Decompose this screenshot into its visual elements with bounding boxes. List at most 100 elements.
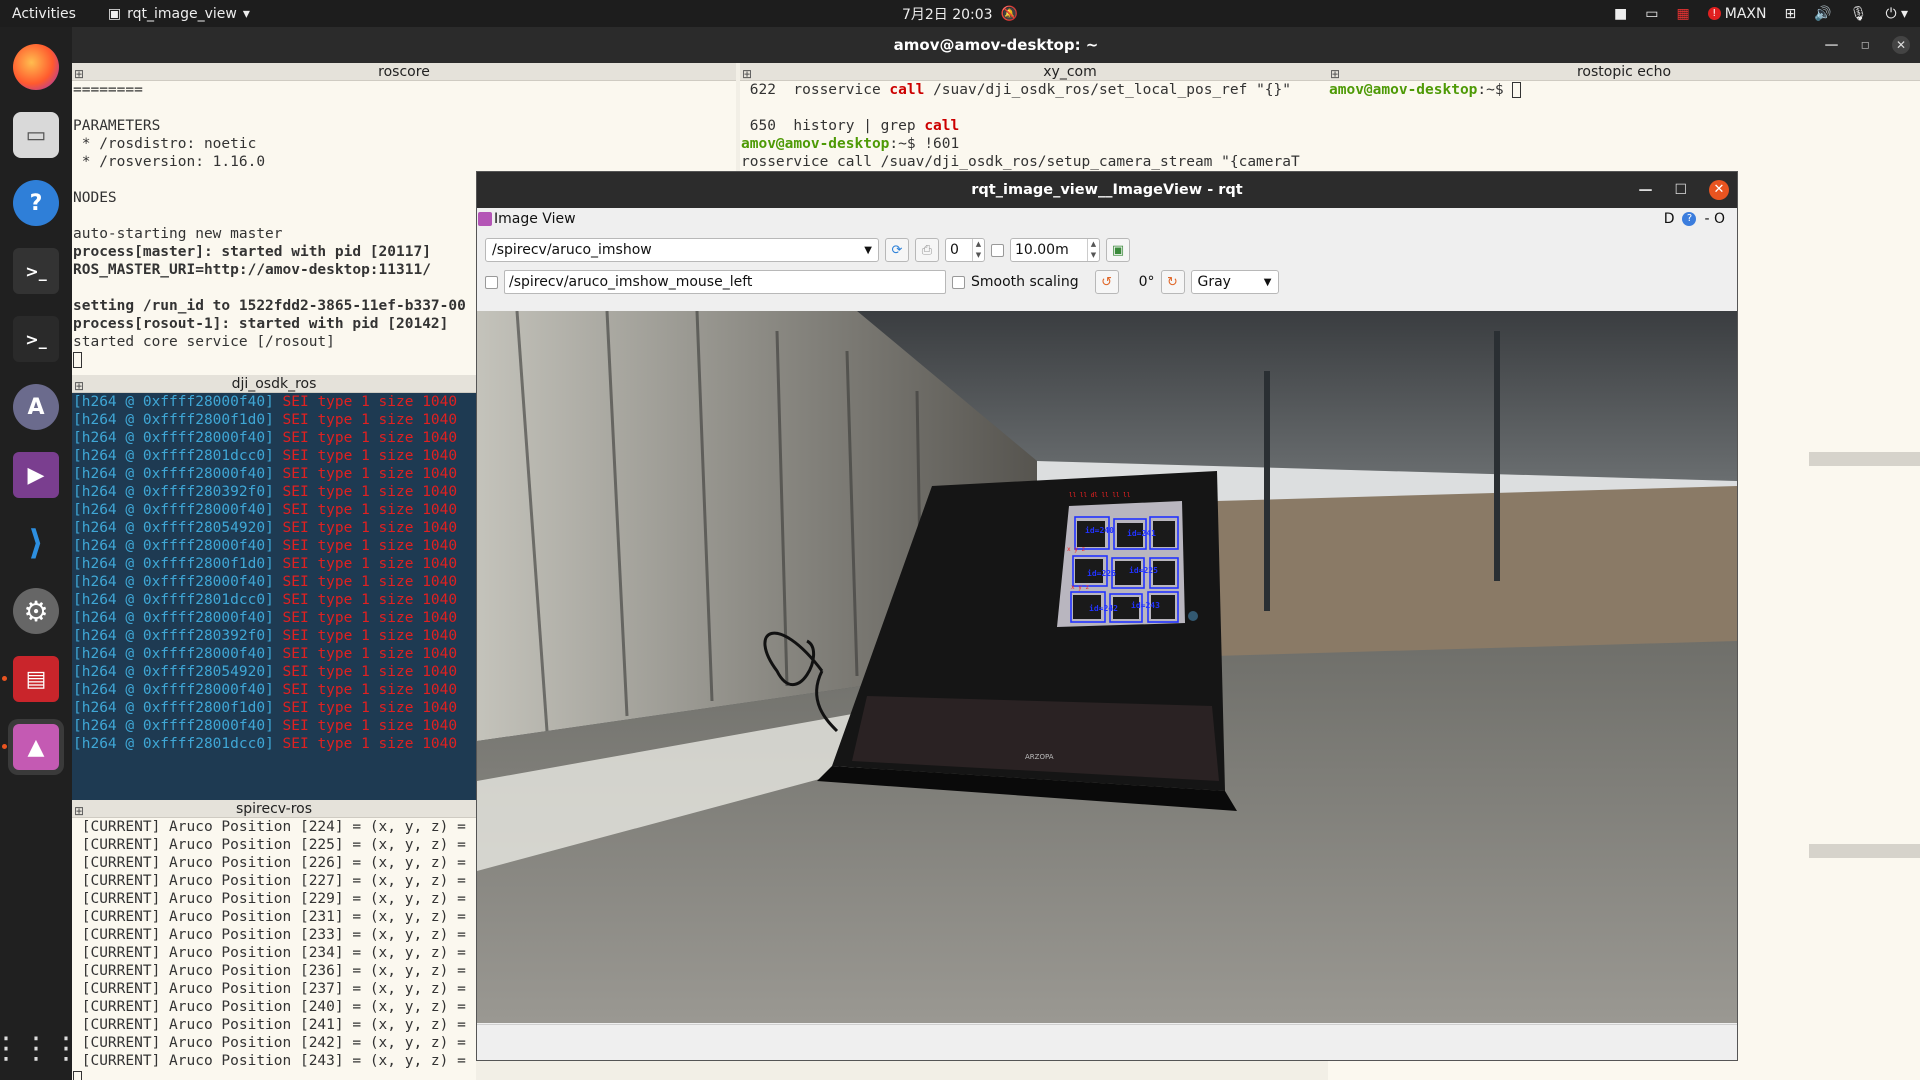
aruco-line: [CURRENT] Aruco Position [240] = (x, y, …: [73, 998, 476, 1016]
aruco-prefix: [CURRENT] Aruco Position [: [73, 927, 309, 943]
pane-grip-icon[interactable]: ⊞: [74, 65, 84, 83]
top-bar: Activities ▣ rqt_image_view ▾ 7月2日 20:03…: [0, 0, 1920, 27]
log-address: 0xffff280392f0: [142, 628, 266, 644]
scrollbar-region[interactable]: [1809, 452, 1920, 466]
dock-settings[interactable]: ⚙: [8, 583, 64, 639]
dock-software[interactable]: A: [8, 379, 64, 435]
pane-grip-icon[interactable]: ⊞: [74, 377, 84, 395]
minimize-icon[interactable]: —: [1638, 182, 1652, 198]
log-suffix: ]: [265, 664, 274, 680]
pane-spirecv-ros[interactable]: ⊞ spirecv-ros [CURRENT] Aruco Position [2…: [72, 800, 476, 1080]
dock-files[interactable]: ▭: [8, 107, 64, 163]
pane-grip-icon[interactable]: ⊞: [1330, 65, 1340, 83]
keyboard-icon[interactable]: ▭: [1645, 6, 1658, 22]
color-scheme-select[interactable]: Gray ▼: [1190, 270, 1279, 294]
dock-firefox[interactable]: [8, 39, 64, 95]
color-scheme-value: Gray: [1197, 274, 1231, 290]
enable-throttle-checkbox[interactable]: [991, 243, 1004, 257]
dock-vscode[interactable]: ⟩: [8, 515, 64, 571]
nvidia-icon[interactable]: ▦: [1677, 6, 1690, 22]
save-image-button[interactable]: ⎙: [915, 238, 939, 262]
log-address: 0xffff2801dcc0: [142, 448, 266, 464]
log-line: [h264 @ 0xffff28000f40] SEI type 1 size …: [73, 393, 476, 411]
log-suffix: ]: [265, 682, 274, 698]
log-prefix: [h264 @: [73, 610, 143, 626]
aruco-prefix: [CURRENT] Aruco Position [: [73, 999, 309, 1015]
aruco-suffix: ] = (x, y, z) =: [334, 819, 466, 835]
save-icon: ⎙: [921, 242, 933, 258]
image-viewport[interactable]: id=240 id=241 id=226 id=225 id=242 id=243 ll…: [477, 311, 1737, 1023]
show-apps-icon[interactable]: ⋮⋮⋮: [0, 1031, 81, 1066]
minimize-icon[interactable]: —: [1825, 37, 1839, 53]
dock-terminal2[interactable]: >_: [8, 311, 64, 367]
output-line: * /rosdistro: noetic: [73, 136, 257, 152]
camera-icon[interactable]: ■: [1614, 6, 1627, 22]
publish-mouse-checkbox[interactable]: [485, 275, 498, 289]
rotate-right-button[interactable]: ↻: [1160, 270, 1185, 294]
log-prefix: [h264 @: [73, 664, 143, 680]
dock-image-viewer[interactable]: ▲: [2, 719, 64, 775]
aruco-suffix: ] = (x, y, z) =: [334, 909, 466, 925]
aruco-prefix: [CURRENT] Aruco Position [: [73, 963, 309, 979]
rotate-left-icon: ↺: [1101, 274, 1113, 290]
log-prefix: [h264 @: [73, 484, 143, 500]
rotate-left-button[interactable]: ↺: [1094, 270, 1119, 294]
aruco-line: [CURRENT] Aruco Position [236] = (x, y, …: [73, 962, 476, 980]
close-icon[interactable]: ✕: [1892, 36, 1910, 54]
pane-header: ⊞ spirecv-ros: [72, 800, 476, 818]
mouse-topic-field[interactable]: /spirecv/aruco_imshow_mouse_left: [504, 270, 946, 294]
activities-button[interactable]: Activities: [0, 6, 88, 22]
output-line: * /rosversion: 1.16.0: [73, 154, 266, 170]
camera-image[interactable]: id=240 id=241 id=226 id=225 id=242 id=243 ll…: [477, 311, 1737, 1023]
dock-terminal[interactable]: >_: [8, 243, 64, 299]
aruco-prefix: [CURRENT] Aruco Position [: [73, 873, 309, 889]
log-prefix: [h264 @: [73, 736, 143, 752]
power-icon[interactable]: ⏻ ▾: [1885, 6, 1908, 22]
max-range-spinbox[interactable]: 10.00m ▲ ▼: [1010, 238, 1100, 262]
help-icon[interactable]: ?: [1682, 212, 1697, 226]
dock-presentation[interactable]: ▤: [2, 651, 64, 707]
dock-close-button[interactable]: - O: [1704, 211, 1725, 227]
aruco-suffix: ] = (x, y, z) =: [334, 837, 466, 853]
pane-header: ⊞ roscore: [72, 63, 736, 81]
dock-video[interactable]: ▶: [8, 447, 64, 503]
pane-grip-icon[interactable]: ⊞: [74, 802, 84, 820]
close-icon[interactable]: ✕: [1709, 180, 1729, 200]
smooth-scaling-checkbox[interactable]: [952, 275, 965, 289]
maximize-icon[interactable]: ▫: [1861, 37, 1871, 53]
microphone-icon[interactable]: 🎙: [1850, 6, 1868, 22]
pane-grip-icon[interactable]: ⊞: [742, 65, 752, 83]
aruco-prefix: [CURRENT] Aruco Position [: [73, 981, 309, 997]
files-icon: ▭: [13, 112, 59, 158]
clock[interactable]: 7月2日 20:03 🔕: [902, 4, 1018, 24]
log-address: 0xffff28000f40: [142, 538, 266, 554]
power-mode[interactable]: ! MAXN: [1707, 6, 1766, 22]
status-bar: [477, 1024, 1737, 1060]
fit-button[interactable]: ▣: [1106, 238, 1130, 262]
pane-xy-com[interactable]: ⊞ xy_com 622 rosservice call /suav/dji_os…: [740, 63, 1400, 183]
topic-select[interactable]: /spirecv/aruco_imshow ▼: [485, 238, 879, 262]
dock-help[interactable]: ?: [8, 175, 64, 231]
volume-icon[interactable]: 🔊: [1814, 6, 1831, 22]
dock-toggle-button[interactable]: D: [1664, 211, 1675, 227]
aruco-line: [CURRENT] Aruco Position [234] = (x, y, …: [73, 944, 476, 962]
number-spinbox[interactable]: 0 ▲ ▼: [945, 238, 985, 262]
app-menu[interactable]: ▣ rqt_image_view ▾: [108, 6, 250, 22]
help-icon: ?: [13, 180, 59, 226]
log-suffix: ]: [265, 394, 274, 410]
aruco-line: [CURRENT] Aruco Position [229] = (x, y, …: [73, 890, 476, 908]
spin-arrows-icon[interactable]: ▲ ▼: [972, 239, 984, 261]
scrollbar-region[interactable]: [1809, 844, 1920, 858]
spin-arrows-icon[interactable]: ▲ ▼: [1087, 239, 1099, 261]
log-prefix: [h264 @: [73, 718, 143, 734]
refresh-button[interactable]: ⟳: [885, 238, 909, 262]
system-tray[interactable]: ■ ▭ ▦ ! MAXN ⊞ 🔊 🎙 ⏻ ▾: [1614, 6, 1908, 22]
log-address: 0xffff28054920: [142, 520, 266, 536]
aruco-id: 241: [308, 1017, 335, 1033]
pane-dji-osdk-ros[interactable]: ⊞ dji_osdk_ros [h264 @ 0xffff28000f40] SE…: [72, 375, 476, 800]
log-prefix: [h264 @: [73, 592, 143, 608]
network-icon[interactable]: ⊞: [1784, 6, 1796, 22]
number-spinbox-value: 0: [950, 242, 959, 258]
maximize-icon[interactable]: ☐: [1674, 182, 1687, 198]
